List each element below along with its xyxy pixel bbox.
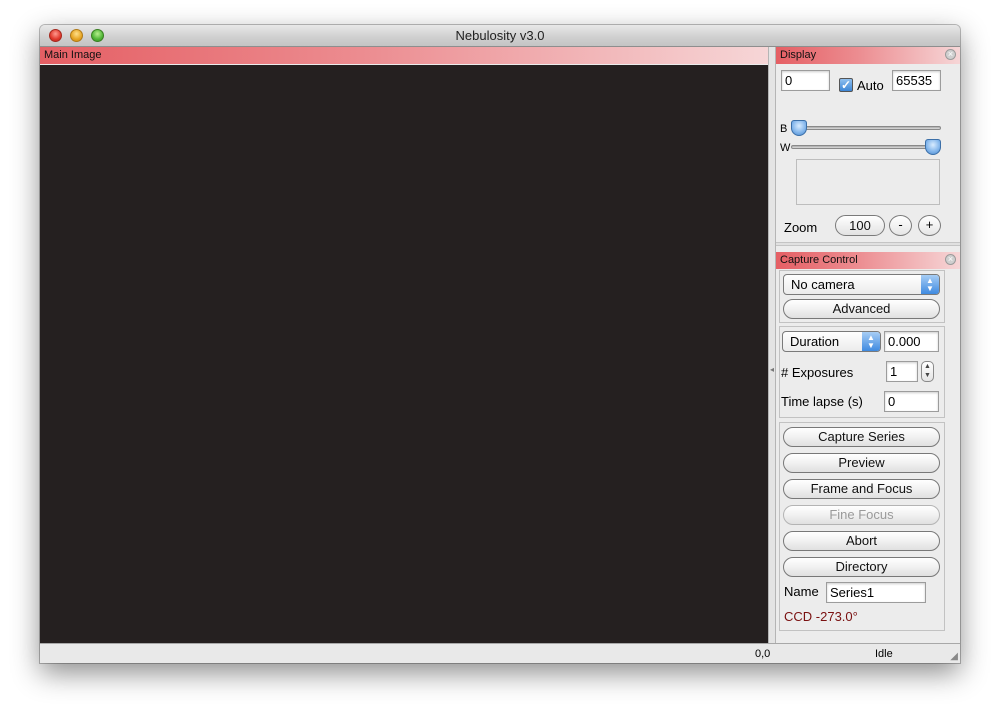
exposures-label: # Exposures	[781, 365, 854, 380]
app-window: Nebulosity v3.0 Main Image ◂ Display × 0…	[40, 25, 960, 663]
duration-input[interactable]: 0.000	[884, 331, 939, 352]
black-slider-thumb[interactable]	[791, 120, 807, 136]
zoom-label: Zoom	[784, 220, 818, 235]
updown-arrows-icon: ▲ ▼	[921, 275, 939, 294]
capture-close-icon[interactable]: ×	[945, 254, 956, 265]
exposures-input[interactable]: 1	[886, 361, 918, 382]
ccd-temperature: CCD -273.0°	[784, 609, 858, 624]
panel-splitter[interactable]	[776, 242, 960, 246]
exposures-stepper[interactable]: ▲ ▼	[921, 361, 934, 382]
pane-splitter[interactable]: ◂	[768, 47, 776, 643]
updown-arrows-icon: ▲ ▼	[862, 332, 880, 351]
name-label: Name	[784, 584, 819, 599]
white-slider-thumb[interactable]	[925, 139, 941, 155]
side-panel: Display × 0 ✓ Auto 65535 B W Zoom 100 - …	[776, 47, 960, 643]
series-name-input[interactable]: Series1	[826, 582, 926, 603]
capture-panel-title: Capture Control	[780, 254, 858, 266]
w-slider-label: W	[780, 142, 791, 154]
auto-label: Auto	[857, 78, 884, 93]
splitter-grip-icon: ◂	[770, 365, 775, 374]
auto-checkbox[interactable]: ✓	[839, 78, 853, 92]
abort-button[interactable]: Abort	[783, 531, 940, 551]
zoom-out-button[interactable]: -	[889, 215, 912, 236]
directory-button[interactable]: Directory	[783, 557, 940, 577]
main-image-header: Main Image	[40, 47, 768, 64]
timelapse-input[interactable]: 0	[884, 391, 939, 412]
window-title: Nebulosity v3.0	[455, 28, 545, 43]
status-bar: 0,0 Idle ◢	[40, 643, 960, 663]
b-slider-label: B	[780, 123, 788, 135]
histogram-box	[796, 159, 940, 205]
timelapse-label: Time lapse (s)	[781, 394, 863, 409]
display-panel-title: Display	[780, 49, 817, 61]
preview-button[interactable]: Preview	[783, 453, 940, 473]
resize-grip-icon[interactable]: ◢	[950, 651, 958, 662]
camera-select[interactable]: No camera ▲ ▼	[783, 274, 940, 295]
capture-panel-header: Capture Control ×	[776, 252, 960, 269]
advanced-button[interactable]: Advanced	[783, 299, 940, 319]
fine-focus-button[interactable]: Fine Focus	[783, 505, 940, 525]
duration-mode-value: Duration	[790, 334, 840, 349]
status-text: Idle	[875, 648, 893, 660]
black-slider-track[interactable]	[791, 126, 941, 130]
black-level-input[interactable]: 0	[781, 70, 830, 91]
display-panel-header: Display ×	[776, 47, 960, 64]
cursor-coords: 0,0	[755, 648, 771, 660]
frame-and-focus-button[interactable]: Frame and Focus	[783, 479, 940, 499]
white-slider-track[interactable]	[791, 145, 941, 149]
white-level-input[interactable]: 65535	[892, 70, 941, 91]
capture-series-button[interactable]: Capture Series	[783, 427, 940, 447]
title-bar[interactable]: Nebulosity v3.0	[40, 25, 960, 47]
display-close-icon[interactable]: ×	[945, 49, 956, 60]
camera-select-value: No camera	[791, 277, 855, 292]
duration-mode-select[interactable]: Duration ▲ ▼	[782, 331, 881, 352]
main-image-title: Main Image	[44, 49, 102, 61]
main-image-canvas[interactable]	[40, 65, 768, 643]
zoom-in-button[interactable]: +	[918, 215, 941, 236]
zoom-value-button[interactable]: 100	[835, 215, 885, 236]
